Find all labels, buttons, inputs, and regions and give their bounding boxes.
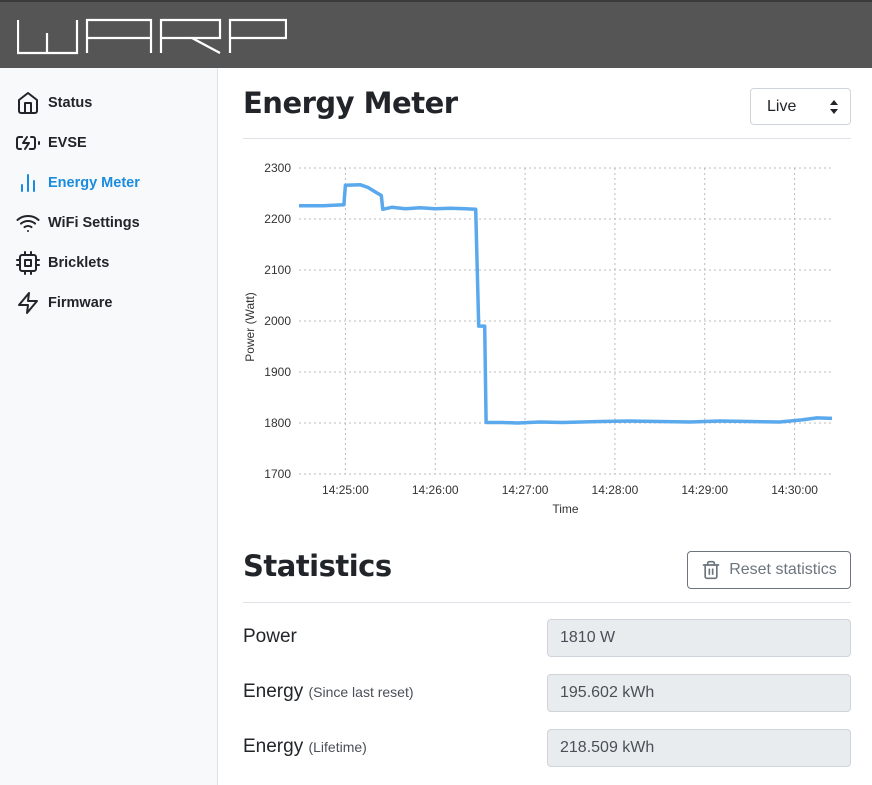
- range-select[interactable]: Live: [750, 88, 851, 125]
- sidebar-item-label: Status: [48, 95, 93, 111]
- y-tick-label: 1900: [264, 365, 291, 379]
- sidebar: Status EVSE Energy Meter WiFi Settings B…: [0, 68, 218, 785]
- sidebar-item-label: Bricklets: [48, 255, 110, 271]
- sidebar-item-status[interactable]: Status: [16, 89, 92, 117]
- zap-icon: [18, 292, 38, 314]
- x-tick-label: 14:27:00: [502, 483, 549, 497]
- y-tick-label: 1700: [264, 467, 291, 481]
- energy-since-reset-label: Energy (Since last reset): [243, 681, 414, 703]
- sidebar-item-label: Energy Meter: [48, 175, 140, 191]
- reset-statistics-label: Reset statistics: [729, 561, 837, 578]
- power-value-field: 1810 W: [547, 619, 851, 657]
- page-title: Energy Meter: [243, 86, 458, 120]
- sidebar-item-evse[interactable]: EVSE: [16, 129, 87, 157]
- power-label-text: Power: [243, 626, 297, 647]
- bar-chart-icon: [21, 174, 35, 192]
- power-label: Power: [243, 626, 297, 648]
- x-tick-label: 14:25:00: [322, 483, 369, 497]
- x-tick-label: 14:28:00: [592, 483, 639, 497]
- x-axis-label: Time: [552, 502, 579, 516]
- battery-charging-icon: [16, 136, 40, 150]
- reset-statistics-button[interactable]: Reset statistics: [687, 551, 851, 589]
- sidebar-item-bricklets[interactable]: Bricklets: [16, 249, 109, 277]
- x-tick-label: 14:29:00: [681, 483, 728, 497]
- sidebar-item-wifi-settings[interactable]: WiFi Settings: [16, 209, 140, 237]
- divider: [243, 602, 851, 603]
- home-icon: [18, 92, 38, 114]
- energy-label-text: Energy: [243, 736, 304, 757]
- y-axis-label: Power (Watt): [243, 292, 257, 362]
- trash-icon: [702, 560, 720, 580]
- x-tick-label: 14:26:00: [412, 483, 459, 497]
- y-tick-label: 2100: [264, 263, 291, 277]
- energy-since-reset-sublabel: (Since last reset): [308, 684, 414, 700]
- energy-lifetime-sublabel: (Lifetime): [308, 739, 367, 755]
- sidebar-item-label: EVSE: [48, 135, 87, 151]
- select-arrows-icon: [830, 100, 838, 114]
- energy-lifetime-field: 218.509 kWh: [547, 729, 851, 767]
- y-tick-label: 2200: [264, 212, 291, 226]
- app-header: [0, 0, 872, 68]
- energy-label-text: Energy: [243, 681, 304, 702]
- sidebar-item-energy-meter[interactable]: Energy Meter: [16, 169, 140, 197]
- wifi-icon: [16, 215, 40, 232]
- y-tick-label: 2000: [264, 314, 291, 328]
- sidebar-item-label: WiFi Settings: [48, 215, 140, 231]
- sidebar-item-firmware[interactable]: Firmware: [16, 289, 112, 317]
- energy-lifetime-label: Energy (Lifetime): [243, 736, 367, 758]
- warp-logo: [17, 18, 287, 55]
- statistics-title: Statistics: [243, 549, 392, 583]
- y-tick-label: 2300: [264, 161, 291, 175]
- x-tick-label: 14:30:00: [771, 483, 818, 497]
- energy-since-reset-field: 195.602 kWh: [547, 674, 851, 712]
- divider: [243, 138, 851, 139]
- sidebar-item-label: Firmware: [48, 295, 113, 311]
- range-select-value: Live: [767, 98, 797, 115]
- power-chart: 1700 1800 1900 2000 2100 2200 2300 14:25:00 14:2…: [243, 161, 833, 516]
- y-tick-label: 1800: [264, 416, 291, 430]
- cpu-icon: [16, 251, 40, 275]
- main-content: Energy Meter Live 1700 1800 1900 2000 2100 22…: [218, 68, 872, 785]
- power-series-line: [299, 183, 833, 425]
